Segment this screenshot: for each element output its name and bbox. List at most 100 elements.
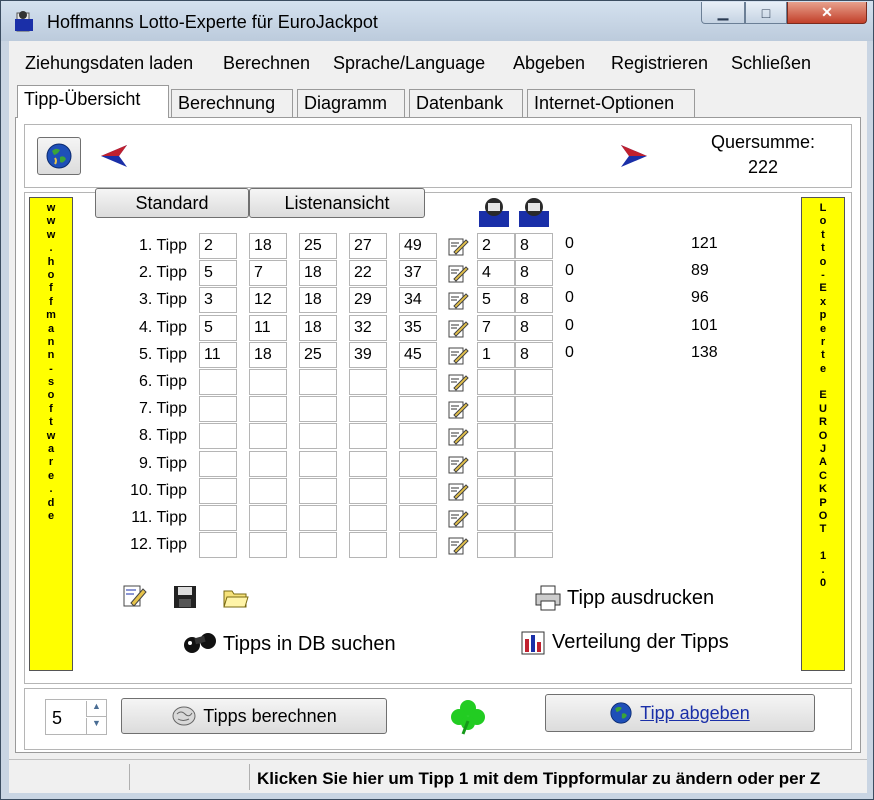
tipp-number-cell[interactable] <box>399 423 437 449</box>
tipp-number-cell[interactable]: 49 <box>399 233 437 259</box>
tipp-number-cell[interactable] <box>249 369 287 395</box>
tipp-label[interactable]: 7. Tipp <box>97 400 187 418</box>
euro-number-cell[interactable] <box>515 532 553 558</box>
tipp-label[interactable]: 5. Tipp <box>97 346 187 364</box>
tipp-number-cell[interactable] <box>199 396 237 422</box>
edit-tipp-icon[interactable] <box>447 507 469 529</box>
website-banner[interactable]: www.hoffmann-software.de <box>29 197 73 671</box>
tipp-label[interactable]: 12. Tipp <box>97 536 187 554</box>
open-folder-icon[interactable] <box>223 587 249 609</box>
edit-tipp-icon[interactable] <box>447 480 469 502</box>
tipp-number-cell[interactable] <box>199 532 237 558</box>
tipp-number-cell[interactable] <box>299 478 337 504</box>
menu-language[interactable]: Sprache/Language <box>333 53 485 74</box>
tipp-number-cell[interactable]: 45 <box>399 342 437 368</box>
tipp-number-cell[interactable] <box>349 451 387 477</box>
euro-number-cell[interactable] <box>477 532 515 558</box>
menu-submit[interactable]: Abgeben <box>513 53 585 74</box>
edit-tipp-icon[interactable] <box>447 262 469 284</box>
edit-tipp-icon[interactable] <box>447 344 469 366</box>
tipp-number-cell[interactable] <box>299 532 337 558</box>
tipp-count-spinner[interactable]: 5 ▲ ▼ <box>45 699 107 735</box>
edit-icon[interactable] <box>121 583 147 609</box>
tipp-number-cell[interactable] <box>299 369 337 395</box>
tipp-number-cell[interactable] <box>249 451 287 477</box>
tipp-number-cell[interactable]: 22 <box>349 260 387 286</box>
tipp-label[interactable]: 4. Tipp <box>97 319 187 337</box>
tipp-label[interactable]: 6. Tipp <box>97 373 187 391</box>
save-icon[interactable] <box>173 585 197 609</box>
tipp-number-cell[interactable] <box>399 532 437 558</box>
tipp-number-cell[interactable] <box>399 451 437 477</box>
euro-number-cell[interactable]: 1 <box>477 342 515 368</box>
tipp-number-cell[interactable]: 11 <box>249 315 287 341</box>
prev-arrow-icon[interactable] <box>99 143 129 169</box>
title-bar[interactable]: Hoffmanns Lotto-Experte für EuroJackpot … <box>1 1 873 41</box>
tipp-number-cell[interactable] <box>399 478 437 504</box>
euro-number-cell[interactable]: 8 <box>515 315 553 341</box>
calculate-tipps-button[interactable]: Tipps berechnen <box>121 698 387 734</box>
tipp-number-cell[interactable] <box>299 505 337 531</box>
minimize-button[interactable]: ▁ <box>701 2 745 24</box>
euro-number-cell[interactable] <box>477 478 515 504</box>
tipp-number-cell[interactable] <box>199 369 237 395</box>
tipp-number-cell[interactable]: 25 <box>299 342 337 368</box>
tipp-number-cell[interactable] <box>349 478 387 504</box>
submit-tipp-button[interactable]: Tipp abgeben <box>545 694 815 732</box>
tab-diagram[interactable]: Diagramm <box>297 89 405 117</box>
tipp-number-cell[interactable] <box>249 396 287 422</box>
euro-number-cell[interactable] <box>477 451 515 477</box>
edit-tipp-icon[interactable] <box>447 534 469 556</box>
euro-number-cell[interactable] <box>515 369 553 395</box>
tipp-number-cell[interactable]: 27 <box>349 233 387 259</box>
tipp-number-cell[interactable]: 5 <box>199 315 237 341</box>
bar-chart-icon[interactable] <box>521 631 545 655</box>
tipp-number-cell[interactable]: 5 <box>199 260 237 286</box>
maximize-button[interactable]: □ <box>745 2 787 24</box>
tipp-number-cell[interactable] <box>399 396 437 422</box>
euro-number-cell[interactable] <box>515 451 553 477</box>
tipp-number-cell[interactable] <box>399 369 437 395</box>
tipp-number-cell[interactable]: 18 <box>299 287 337 313</box>
tipp-number-cell[interactable] <box>249 532 287 558</box>
tipp-number-cell[interactable]: 39 <box>349 342 387 368</box>
tipp-number-cell[interactable] <box>299 396 337 422</box>
print-tipp-link[interactable]: Tipp ausdrucken <box>567 587 714 610</box>
menu-load-draws[interactable]: Ziehungsdaten laden <box>25 53 193 74</box>
euro-number-cell[interactable]: 8 <box>515 342 553 368</box>
tipp-number-cell[interactable]: 18 <box>299 260 337 286</box>
euro-number-cell[interactable]: 5 <box>477 287 515 313</box>
edit-tipp-icon[interactable] <box>447 453 469 475</box>
euro-number-cell[interactable]: 2 <box>477 233 515 259</box>
globe-button[interactable] <box>37 137 81 175</box>
euro-number-cell[interactable] <box>477 369 515 395</box>
printer-icon[interactable] <box>535 585 561 611</box>
euro-number-cell[interactable] <box>515 423 553 449</box>
edit-tipp-icon[interactable] <box>447 398 469 420</box>
tipp-number-cell[interactable]: 34 <box>399 287 437 313</box>
tipp-number-cell[interactable] <box>199 423 237 449</box>
search-db-link[interactable]: Tipps in DB suchen <box>223 633 396 656</box>
edit-tipp-icon[interactable] <box>447 289 469 311</box>
edit-tipp-icon[interactable] <box>447 317 469 339</box>
tipp-number-cell[interactable]: 2 <box>199 233 237 259</box>
tipp-number-cell[interactable] <box>349 505 387 531</box>
tipp-number-cell[interactable]: 12 <box>249 287 287 313</box>
menu-calculate[interactable]: Berechnen <box>223 53 310 74</box>
tab-calculation[interactable]: Berechnung <box>171 89 293 117</box>
tipp-number-cell[interactable] <box>399 505 437 531</box>
tipp-number-cell[interactable] <box>299 423 337 449</box>
tipp-label[interactable]: 8. Tipp <box>97 427 187 445</box>
tipp-number-cell[interactable]: 32 <box>349 315 387 341</box>
tipp-number-cell[interactable]: 18 <box>249 233 287 259</box>
tab-internet-options[interactable]: Internet-Optionen <box>527 89 695 117</box>
euro-number-cell[interactable] <box>515 505 553 531</box>
tipp-number-cell[interactable] <box>349 532 387 558</box>
tipp-number-cell[interactable] <box>199 478 237 504</box>
binoculars-icon[interactable] <box>183 629 217 655</box>
euro-number-cell[interactable] <box>477 423 515 449</box>
tipp-number-cell[interactable] <box>199 451 237 477</box>
spin-down-button[interactable]: ▼ <box>86 718 106 734</box>
tipp-number-cell[interactable]: 35 <box>399 315 437 341</box>
euro-number-cell[interactable]: 8 <box>515 260 553 286</box>
